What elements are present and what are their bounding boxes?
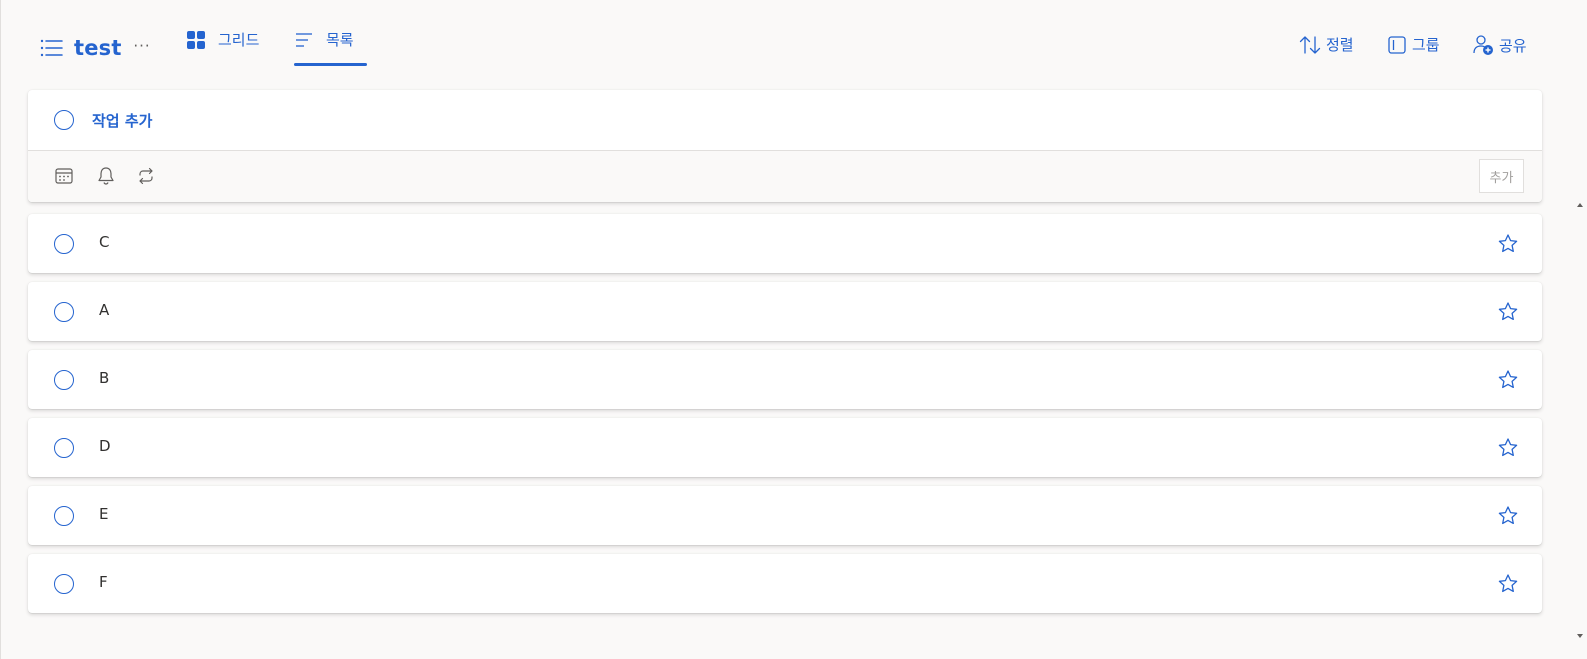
share-person-icon: [1473, 35, 1493, 55]
complete-circle-icon[interactable]: [54, 574, 74, 594]
task-row[interactable]: E: [28, 486, 1542, 545]
complete-circle-icon[interactable]: [54, 302, 74, 322]
task-row[interactable]: F: [28, 554, 1542, 613]
repeat-icon[interactable]: [136, 166, 156, 186]
add-task-input[interactable]: 작업 추가: [92, 110, 152, 131]
list-icon: [40, 39, 63, 57]
tab-list-label: 목록: [326, 31, 354, 49]
star-icon[interactable]: [1497, 505, 1519, 527]
star-icon[interactable]: [1497, 369, 1519, 391]
share-button[interactable]: 공유: [1472, 34, 1527, 56]
group-button[interactable]: 그룹: [1387, 34, 1440, 55]
task-row[interactable]: C: [28, 214, 1542, 273]
list-header: test ··· 그리드 목록 정렬 그룹 공유: [1, 0, 1561, 80]
share-label: 공유: [1499, 36, 1527, 55]
tab-grid[interactable]: 그리드: [186, 30, 259, 68]
add-task-circle-icon: [54, 110, 74, 130]
complete-circle-icon[interactable]: [54, 506, 74, 526]
star-icon[interactable]: [1497, 233, 1519, 255]
list-view-icon: [296, 33, 312, 47]
tab-selected-indicator: [294, 63, 367, 66]
task-row[interactable]: B: [28, 350, 1542, 409]
grid-icon: [187, 31, 205, 49]
task-title[interactable]: A: [99, 301, 109, 319]
star-icon[interactable]: [1497, 573, 1519, 595]
task-row[interactable]: A: [28, 282, 1542, 341]
sort-label: 정렬: [1326, 36, 1354, 54]
list-title-group[interactable]: test: [39, 28, 122, 68]
bell-icon[interactable]: [96, 166, 116, 186]
task-title[interactable]: B: [99, 369, 109, 387]
add-task-toolbar: 추가: [28, 150, 1542, 202]
complete-circle-icon[interactable]: [54, 234, 74, 254]
complete-circle-icon[interactable]: [54, 370, 74, 390]
task-title[interactable]: D: [99, 437, 111, 455]
complete-circle-icon[interactable]: [54, 438, 74, 458]
add-task-card: 작업 추가 추가: [28, 90, 1542, 202]
task-title[interactable]: F: [99, 573, 108, 591]
scroll-up-arrow-icon[interactable]: [1575, 200, 1585, 210]
group-icon: [1388, 35, 1406, 54]
star-icon[interactable]: [1497, 301, 1519, 323]
list-title[interactable]: test: [74, 36, 122, 60]
todo-page: test ··· 그리드 목록 정렬 그룹 공유 작업 추가 추가 C A B …: [0, 0, 1587, 659]
sort-icon: [1299, 35, 1321, 54]
tab-grid-label: 그리드: [218, 31, 260, 49]
star-icon[interactable]: [1497, 437, 1519, 459]
task-row[interactable]: D: [28, 418, 1542, 477]
task-title[interactable]: E: [99, 505, 108, 523]
calendar-icon[interactable]: [54, 166, 74, 186]
add-button[interactable]: 추가: [1479, 159, 1524, 193]
more-options-button[interactable]: ···: [130, 34, 154, 58]
group-label: 그룹: [1412, 36, 1440, 54]
scroll-down-arrow-icon[interactable]: [1575, 631, 1585, 641]
add-task-input-row[interactable]: 작업 추가: [28, 90, 1542, 150]
sort-button[interactable]: 정렬: [1299, 34, 1354, 55]
task-title[interactable]: C: [99, 233, 109, 251]
